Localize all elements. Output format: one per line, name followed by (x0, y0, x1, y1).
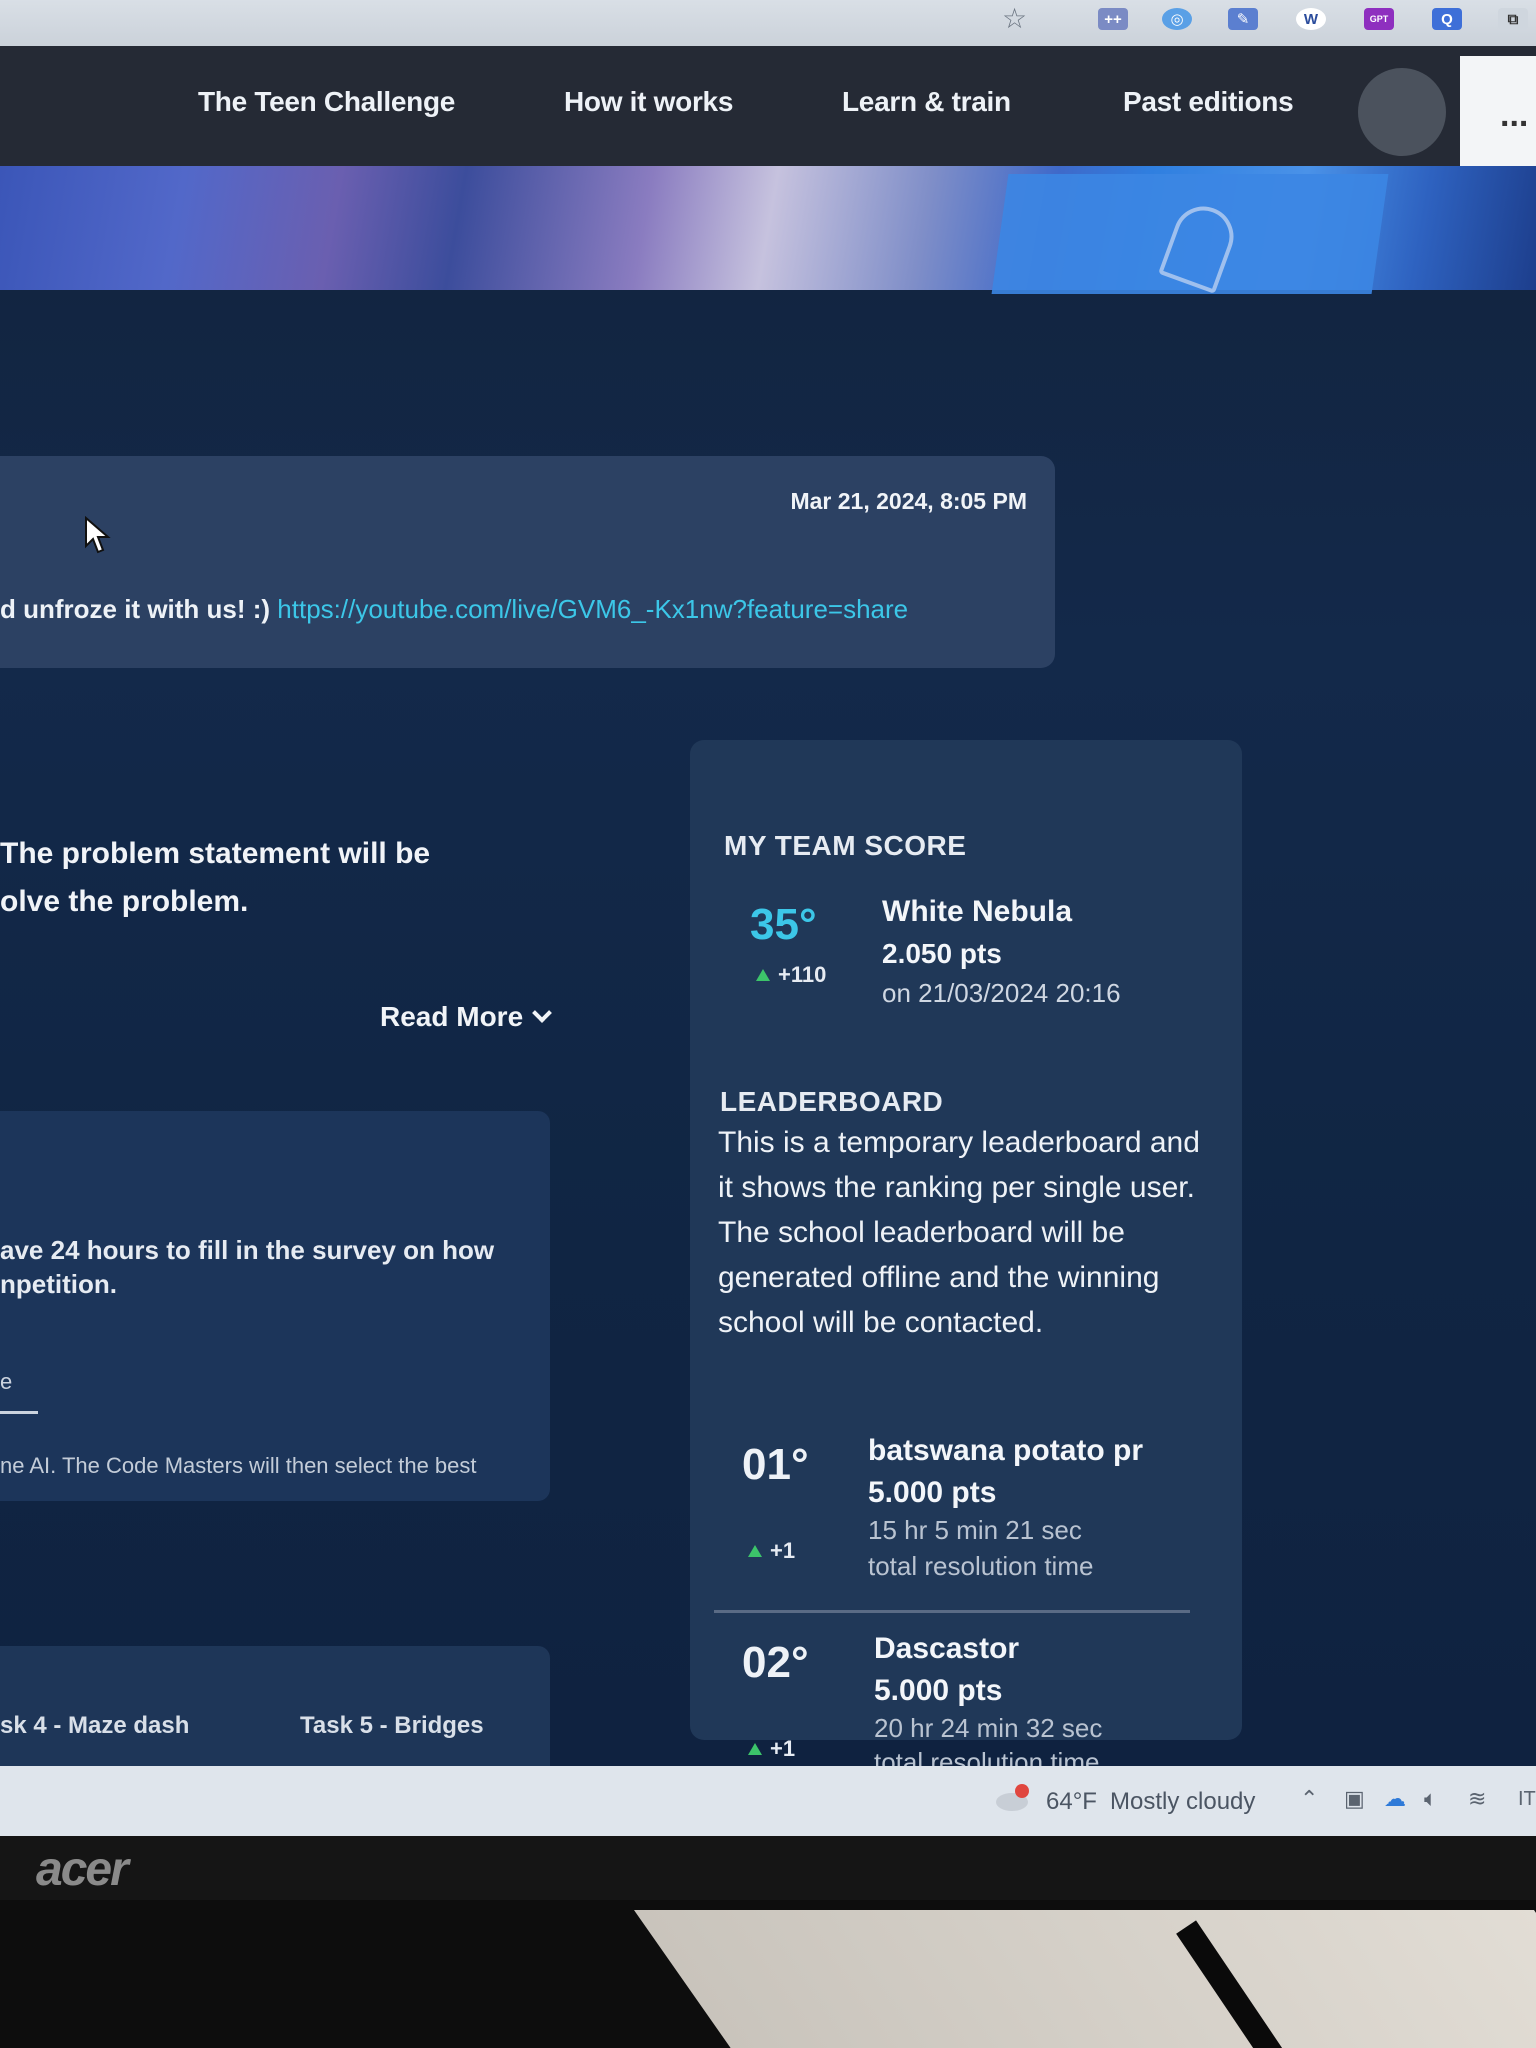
survey-item-marker: e (0, 1369, 13, 1394)
problem-line: The problem statement will be (0, 837, 431, 870)
task-tab-4[interactable]: sk 4 - Maze dash (0, 1712, 189, 1740)
survey-line: ave 24 hours to fill in the survey on ho… (0, 1235, 495, 1265)
mouse-cursor-icon (85, 516, 111, 554)
my-team-rank: 35° (750, 900, 817, 949)
divider (0, 1411, 38, 1414)
leaderboard-time: 20 hr 24 min 32 sec (874, 1713, 1103, 1743)
monitor-brand-logo: acer (36, 1843, 129, 1896)
onedrive-cloud-icon[interactable]: ☁ (1384, 1786, 1406, 1812)
language-indicator[interactable]: IT (1518, 1788, 1536, 1811)
leaderboard-team-name: Dascastor (874, 1632, 1020, 1665)
leaderboard-time-label: total resolution time (868, 1551, 1094, 1581)
survey-line: npetition. (0, 1269, 117, 1299)
message-link[interactable]: https://youtube.com/live/GVM6_-Kx1nw?fea… (277, 594, 908, 624)
extension-icon[interactable]: W (1296, 8, 1326, 30)
extension-icon[interactable]: Q (1432, 8, 1462, 30)
extension-icon[interactable]: GPT (1364, 8, 1394, 30)
tasks-card: sk 4 - Maze dash Task 5 - Bridges (0, 1646, 550, 1766)
problem-statement: The problem statement will be olve the p… (0, 830, 430, 926)
meet-now-icon[interactable]: ▣ (1344, 1786, 1365, 1812)
more-menu-button[interactable]: ... (1460, 56, 1536, 176)
leaderboard-team-name: batswana potato pr (868, 1434, 1144, 1467)
hero-banner-image (0, 166, 1536, 294)
leaderboard-description: This is a temporary leaderboard and it s… (718, 1126, 1200, 1339)
leaderboard-points: 5.000 pts (874, 1674, 1003, 1707)
message-card: Mar 21, 2024, 8:05 PM d unfroze it with … (0, 456, 1055, 668)
bookmark-star-icon[interactable]: ☆ (1002, 2, 1027, 35)
message-text: d unfroze it with us! :) https://youtube… (0, 594, 908, 625)
rank-up-icon (748, 1545, 762, 1557)
leaderboard-divider (714, 1610, 1190, 1613)
task-tab-5[interactable]: Task 5 - Bridges (300, 1712, 484, 1740)
leaderboard-delta: +1 (748, 1736, 795, 1762)
leaderboard-rank: 02° (742, 1638, 809, 1687)
my-team-date: on 21/03/2024 20:16 (882, 978, 1121, 1008)
leaderboard-heading: LEADERBOARD (720, 1086, 944, 1117)
problem-line: olve the problem. (0, 885, 249, 918)
nav-item-past-editions[interactable]: Past editions (1123, 86, 1294, 118)
extensions-puzzle-icon[interactable]: ⧉ (1498, 8, 1528, 30)
nav-item-how-it-works[interactable]: How it works (564, 86, 733, 118)
extension-icon[interactable]: ++ (1098, 8, 1128, 30)
weather-description[interactable]: Mostly cloudy (1110, 1788, 1255, 1816)
weather-cloud-icon[interactable] (992, 1784, 1032, 1812)
my-team-delta-value: +110 (778, 962, 827, 987)
leaderboard-delta-value: +1 (770, 1538, 796, 1563)
read-more-button[interactable]: Read More (380, 1001, 553, 1033)
extension-icon[interactable]: ◎ (1162, 8, 1192, 30)
speaker-icon[interactable]: 🔈︎ (1424, 1786, 1437, 1812)
extension-icon[interactable]: ✎ (1228, 8, 1258, 30)
rank-up-icon (756, 969, 770, 981)
rank-up-icon (748, 1743, 762, 1755)
chevron-up-icon[interactable]: ⌃ (1300, 1786, 1318, 1812)
my-team-points: 2.050 pts (882, 938, 1002, 969)
leaderboard-rank: 01° (742, 1440, 809, 1489)
nav-item-learn-train[interactable]: Learn & train (842, 86, 1011, 118)
leaderboard-time: 15 hr 5 min 21 sec (868, 1515, 1082, 1545)
wifi-icon[interactable]: ≋ (1468, 1786, 1486, 1812)
my-team-score-heading: MY TEAM SCORE (724, 830, 967, 861)
desk-surface (633, 1910, 1536, 2048)
taskbar: 64°F Mostly cloudy ⌃ ▣ ☁ 🔈︎ ≋ IT (0, 1766, 1536, 1836)
leaderboard-points: 5.000 pts (868, 1476, 997, 1509)
message-date: Mar 21, 2024, 8:05 PM (790, 488, 1027, 514)
my-team-name: White Nebula (882, 895, 1073, 928)
my-team-delta: +110 (756, 962, 826, 988)
leaderboard-delta-value: +1 (770, 1736, 796, 1761)
site-navigation: The Teen Challenge How it works Learn & … (0, 46, 1536, 176)
nav-item-teen-challenge[interactable]: The Teen Challenge (198, 86, 455, 118)
leaderboard-delta: +1 (748, 1538, 795, 1564)
read-more-label: Read More (380, 1001, 524, 1032)
survey-card: ave 24 hours to fill in the survey on ho… (0, 1111, 550, 1501)
weather-temperature[interactable]: 64°F (1046, 1788, 1097, 1816)
chevron-down-icon (532, 1003, 553, 1023)
browser-toolbar: ☆ ++ ◎ ✎ W GPT Q ⧉ (0, 0, 1536, 52)
user-avatar[interactable] (1358, 68, 1446, 156)
message-body: d unfroze it with us! :) (0, 594, 278, 624)
survey-text: ave 24 hours to fill in the survey on ho… (0, 1233, 494, 1301)
survey-footer-text: ne AI. The Code Masters will then select… (0, 1453, 477, 1478)
